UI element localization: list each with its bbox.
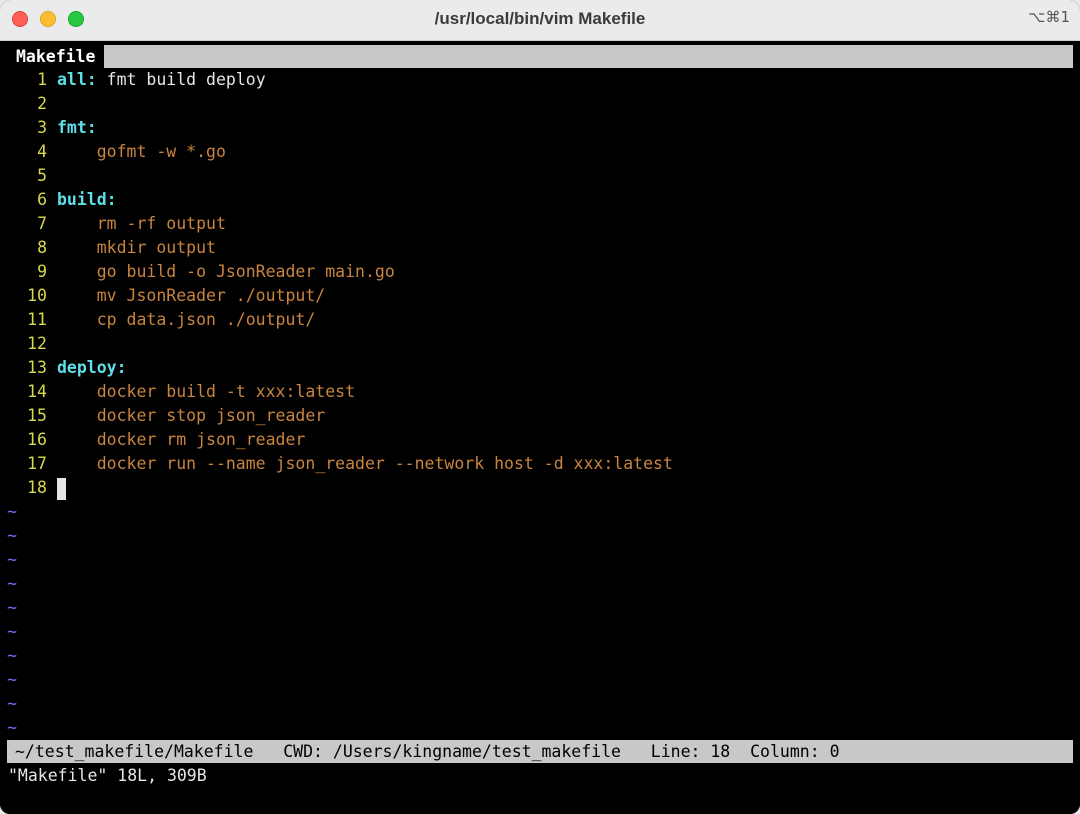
window-shortcut: ⌥⌘1 <box>1028 8 1070 26</box>
makefile-recipe: docker run --name json_reader --network … <box>57 454 673 473</box>
line-number: 15 <box>27 406 47 425</box>
line-number: 8 <box>37 238 47 257</box>
empty-buffer-tilde: ~ <box>7 622 17 641</box>
line-number: 14 <box>27 382 47 401</box>
line-number: 18 <box>27 478 47 497</box>
line-number: 10 <box>27 286 47 305</box>
makefile-recipe: gofmt -w *.go <box>57 142 226 161</box>
line-number: 11 <box>27 310 47 329</box>
makefile-recipe: docker stop json_reader <box>57 406 326 425</box>
line-number: 4 <box>37 142 47 161</box>
vim-tabline: Makefile <box>7 45 1073 68</box>
makefile-target: fmt: <box>57 118 97 137</box>
line-number: 16 <box>27 430 47 449</box>
makefile-recipe: rm -rf output <box>57 214 226 233</box>
line-number: 1 <box>37 70 47 89</box>
makefile-recipe: mv JsonReader ./output/ <box>57 286 326 305</box>
empty-buffer-tilde: ~ <box>7 670 17 689</box>
line-number: 7 <box>37 214 47 233</box>
title-bar: /usr/local/bin/vim Makefile ⌥⌘1 <box>0 0 1080 41</box>
empty-buffer-tilde: ~ <box>7 718 17 737</box>
makefile-recipe: mkdir output <box>57 238 216 257</box>
empty-buffer-tilde: ~ <box>7 502 17 521</box>
vim-statusline: ~/test_makefile/Makefile CWD: /Users/kin… <box>7 740 1073 763</box>
makefile-recipe: cp data.json ./output/ <box>57 310 316 329</box>
target-dependencies: fmt build deploy <box>96 70 266 89</box>
terminal-window: /usr/local/bin/vim Makefile ⌥⌘1 Makefile… <box>0 0 1080 814</box>
empty-buffer-tilde: ~ <box>7 526 17 545</box>
line-number: 5 <box>37 166 47 185</box>
vim-editor[interactable]: Makefile 1 all: fmt build deploy 2 3 fmt: 4 g… <box>0 41 1080 814</box>
empty-buffer-tilde: ~ <box>7 646 17 665</box>
line-number: 13 <box>27 358 47 377</box>
line-number: 6 <box>37 190 47 209</box>
tab-makefile[interactable]: Makefile <box>7 45 105 68</box>
text-cursor <box>57 478 66 500</box>
line-number: 3 <box>37 118 47 137</box>
makefile-target: all: fmt build deploy <box>57 70 266 89</box>
makefile-target: deploy: <box>57 358 127 377</box>
line-number: 2 <box>37 94 47 113</box>
makefile-target: build: <box>57 190 117 209</box>
line-number: 9 <box>37 262 47 281</box>
line-number: 17 <box>27 454 47 473</box>
line-number: 12 <box>27 334 47 353</box>
vim-message-line: "Makefile" 18L, 309B <box>8 766 207 785</box>
empty-buffer-tilde: ~ <box>7 574 17 593</box>
makefile-recipe: docker build -t xxx:latest <box>57 382 356 401</box>
makefile-recipe: docker rm json_reader <box>57 430 306 449</box>
makefile-recipe: go build -o JsonReader main.go <box>57 262 395 281</box>
empty-buffer-tilde: ~ <box>7 694 17 713</box>
window-title: /usr/local/bin/vim Makefile <box>434 9 646 28</box>
empty-buffer-tilde: ~ <box>7 598 17 617</box>
empty-buffer-tilde: ~ <box>7 550 17 569</box>
